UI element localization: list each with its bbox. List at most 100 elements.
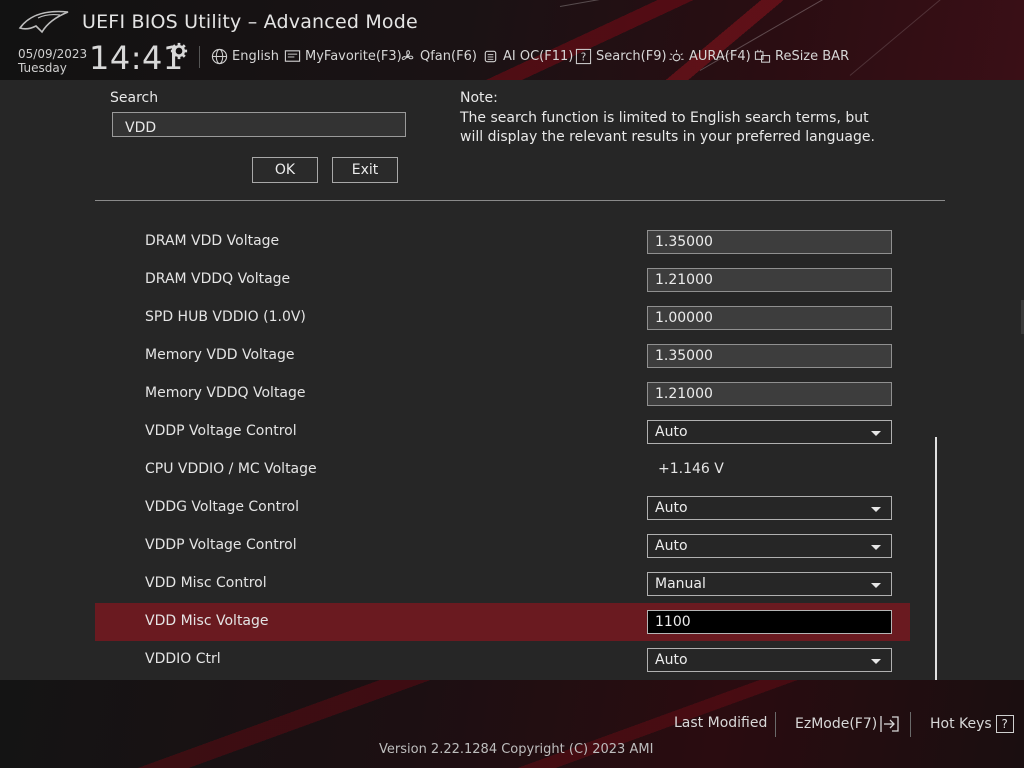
value-readout: +1.146 V [658, 461, 724, 477]
version-text: Version 2.22.1284 Copyright (C) 2023 AMI [379, 742, 654, 757]
value-dropdown[interactable]: Auto [647, 496, 892, 520]
nav-ai-oc[interactable]: AI OC(F11) [482, 46, 573, 66]
result-row[interactable]: VDDP Voltage Control Auto [95, 413, 910, 451]
nav-language-label: English [232, 48, 279, 64]
scrollbar[interactable] [935, 437, 937, 680]
result-label: VDDP Voltage Control [145, 423, 297, 439]
caret-down-icon [871, 431, 881, 436]
search-panel: Search Note: The search function is limi… [0, 80, 1024, 680]
note-title: Note: [460, 90, 498, 106]
result-row[interactable]: Memory VDDQ Voltage 1.21000 [95, 375, 910, 413]
divider [95, 200, 945, 201]
value-input[interactable]: 1.21000 [647, 268, 892, 292]
nav-search[interactable]: ? Search(F9) [575, 46, 667, 66]
svg-text:?: ? [581, 51, 587, 63]
nav-aura-label: AURA(F4) [689, 48, 751, 64]
result-label: SPD HUB VDDIO (1.0V) [145, 309, 306, 325]
fan-icon [401, 49, 414, 60]
dropdown-value: Auto [655, 538, 688, 554]
exit-button[interactable]: Exit [332, 157, 398, 183]
resize-bar-icon [754, 49, 771, 63]
search-input[interactable] [112, 112, 406, 137]
day-text: Tuesday [18, 61, 67, 75]
result-row[interactable]: DRAM VDD Voltage 1.35000 [95, 223, 910, 261]
result-label: CPU VDDIO / MC Voltage [145, 461, 317, 477]
nav-myfavorite-label: MyFavorite(F3) [305, 48, 402, 64]
result-row[interactable]: DRAM VDDQ Voltage 1.21000 [95, 261, 910, 299]
decorative-streak [849, 0, 1024, 76]
date-display: 05/09/2023 Tuesday [18, 47, 87, 75]
result-row[interactable]: VDD Misc Control Manual [95, 565, 910, 603]
result-label: VDDIO Ctrl [145, 651, 221, 667]
caret-down-icon [871, 583, 881, 588]
aura-icon [669, 49, 684, 61]
result-row[interactable]: Memory VDD Voltage 1.35000 [95, 337, 910, 375]
nav-resize-bar-label: ReSize BAR [775, 48, 850, 64]
footer-separator [910, 712, 911, 737]
app-title: UEFI BIOS Utility – Advanced Mode [82, 11, 418, 33]
result-label: VDD Misc Control [145, 575, 267, 591]
nav-resize-bar[interactable]: ReSize BAR [754, 46, 849, 66]
search-icon: ? [575, 48, 592, 64]
result-label: VDD Misc Voltage [145, 613, 269, 629]
value-input[interactable]: 1.35000 [647, 230, 892, 254]
value-input[interactable]: 1.00000 [647, 306, 892, 330]
value-dropdown[interactable]: Auto [647, 420, 892, 444]
search-results-list: DRAM VDD Voltage 1.35000 DRAM VDDQ Voltage… [95, 223, 910, 679]
nav-aura[interactable]: AURA(F4) [668, 46, 751, 66]
decorative-streak [559, 0, 1024, 7]
result-label: VDDG Voltage Control [145, 499, 300, 515]
globe-icon [211, 48, 228, 64]
dropdown-value: Auto [655, 424, 688, 440]
help-key-icon: ? [995, 715, 1014, 733]
bios-window: UEFI BIOS Utility – Advanced Mode 05/09/… [0, 0, 1024, 768]
date-text: 05/09/2023 [18, 47, 88, 61]
header-separator [199, 46, 200, 68]
dropdown-value: Manual [655, 576, 706, 592]
result-label: Memory VDD Voltage [145, 347, 295, 363]
result-row[interactable]: VDD Misc Voltage 1100 [95, 603, 910, 641]
result-row[interactable]: SPD HUB VDDIO (1.0V) 1.00000 [95, 299, 910, 337]
result-row[interactable]: VDDP Voltage Control Auto [95, 527, 910, 565]
caret-down-icon [871, 659, 881, 664]
exit-arrow-icon [880, 716, 899, 732]
value-input[interactable]: 1.21000 [647, 382, 892, 406]
value-input[interactable]: 1100 [647, 610, 892, 634]
value-dropdown[interactable]: Manual [647, 572, 892, 596]
caret-down-icon [871, 507, 881, 512]
chip-icon [484, 50, 497, 62]
footer-bar: Last Modified EzMode(F7) Hot Keys ? Vers… [0, 680, 1024, 768]
result-label: DRAM VDD Voltage [145, 233, 280, 249]
result-label: DRAM VDDQ Voltage [145, 271, 291, 287]
footer-separator [775, 712, 776, 737]
result-row[interactable]: VDDG Voltage Control Auto [95, 489, 910, 527]
dropdown-value: Auto [655, 500, 688, 516]
hot-keys-label: Hot Keys [930, 716, 992, 732]
rog-logo-icon [18, 10, 69, 34]
last-modified-label: Last Modified [674, 715, 768, 731]
value-input[interactable]: 1.35000 [647, 344, 892, 368]
result-row[interactable]: CPU VDDIO / MC Voltage +1.146 V [95, 451, 910, 489]
result-row[interactable]: VDDIO Ctrl Auto [95, 641, 910, 679]
last-modified-button[interactable]: Last Modified [674, 715, 767, 731]
nav-language[interactable]: English [211, 46, 279, 66]
gear-icon[interactable] [170, 42, 188, 60]
value-dropdown[interactable]: Auto [647, 648, 892, 672]
value-dropdown[interactable]: Auto [647, 534, 892, 558]
nav-qfan[interactable]: Qfan(F6) [399, 46, 477, 66]
note-text: The search function is limited to Englis… [460, 110, 875, 145]
header-bar: UEFI BIOS Utility – Advanced Mode 05/09/… [0, 0, 1024, 80]
nav-ai-oc-label: AI OC(F11) [503, 48, 574, 64]
ezmode-button[interactable]: EzMode(F7) [795, 715, 901, 733]
nav-qfan-label: Qfan(F6) [420, 48, 477, 64]
search-label: Search [110, 90, 159, 106]
result-label: Memory VDDQ Voltage [145, 385, 306, 401]
ezmode-label: EzMode(F7) [795, 716, 878, 732]
nav-search-label: Search(F9) [596, 48, 667, 64]
ok-button[interactable]: OK [252, 157, 318, 183]
hot-keys-button[interactable]: Hot Keys ? [930, 715, 1014, 733]
nav-myfavorite[interactable]: MyFavorite(F3) [284, 46, 402, 66]
favorite-icon [284, 49, 301, 62]
dropdown-value: Auto [655, 652, 688, 668]
result-label: VDDP Voltage Control [145, 537, 297, 553]
